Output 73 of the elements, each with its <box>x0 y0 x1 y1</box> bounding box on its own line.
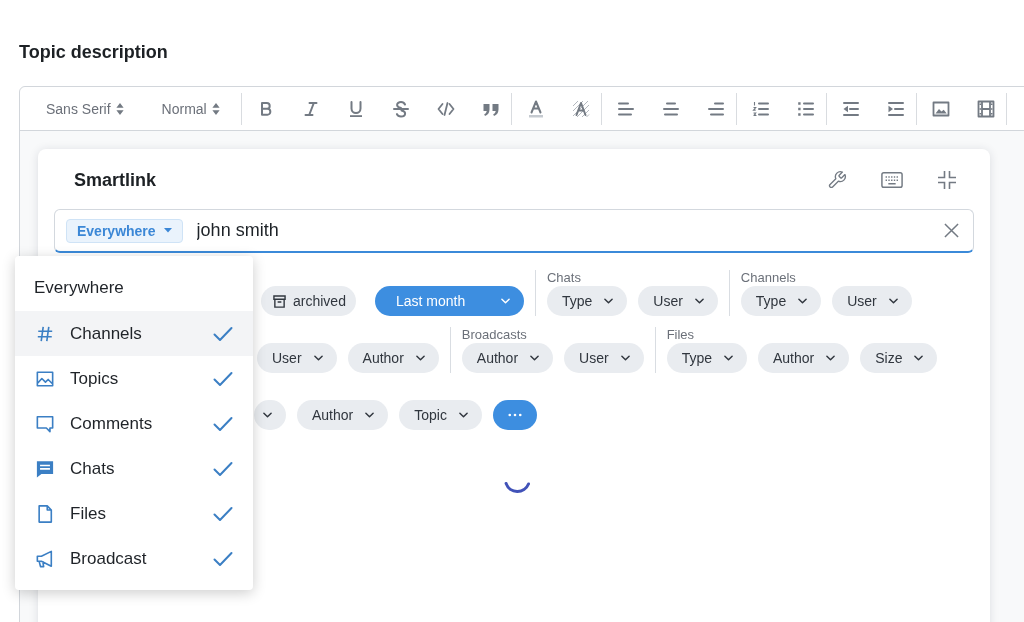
hatched-letter-icon <box>571 99 590 118</box>
speech-bubble-icon <box>36 414 54 433</box>
collapse-button[interactable] <box>935 168 959 192</box>
filter-group-label: Channels <box>740 270 796 286</box>
filter-chip[interactable]: Author <box>347 343 439 373</box>
menu-item[interactable]: Broadcast <box>15 536 253 581</box>
chevron-down-icon <box>365 412 375 418</box>
chevron-down-icon <box>724 355 733 361</box>
chevron-down-icon <box>826 355 836 361</box>
up-down-arrows-icon <box>115 102 124 115</box>
close-icon <box>943 223 959 238</box>
hash-icon <box>36 324 54 343</box>
menu-item[interactable]: Channels <box>15 311 253 356</box>
image-icon <box>36 369 54 388</box>
film-icon <box>976 99 995 118</box>
filter-group-label: Files <box>666 327 695 343</box>
filter-chip[interactable]: User <box>832 286 912 316</box>
chevron-down-icon <box>415 355 425 361</box>
more-button[interactable] <box>492 400 537 430</box>
menu-item[interactable]: Files <box>15 491 253 536</box>
megaphone-icon <box>36 549 54 568</box>
chevron-down-icon <box>500 298 510 304</box>
bullet-list-icon <box>796 99 815 118</box>
filter-chip[interactable]: Author <box>297 400 389 430</box>
menu-item[interactable]: Comments <box>15 401 253 446</box>
filter-chip[interactable]: User <box>564 343 644 373</box>
menu-item[interactable]: Topics <box>15 356 253 401</box>
image-icon <box>931 99 950 118</box>
chevron-down-icon <box>313 355 323 361</box>
wrench-icon <box>826 170 848 190</box>
search-field[interactable]: Everywhere john smith <box>54 209 974 253</box>
filter-chip[interactable]: Topic <box>399 400 482 430</box>
clear-button[interactable] <box>942 221 960 240</box>
filter-chip[interactable]: Type <box>666 343 747 373</box>
filter-chip[interactable]: Type <box>546 286 628 316</box>
filter-chip[interactable]: Size <box>860 343 938 373</box>
strikethrough-icon <box>391 99 410 118</box>
menu-title: Everywhere <box>34 278 124 298</box>
chevron-down-icon <box>620 355 630 361</box>
chevron-down-icon <box>604 298 614 304</box>
font-color-icon <box>526 99 545 118</box>
more-icon <box>507 413 522 417</box>
outdent-icon <box>841 99 860 118</box>
size-select[interactable]: Normal <box>161 100 220 117</box>
numbered-list-icon <box>751 99 770 118</box>
menu-item[interactable]: Chats <box>15 446 253 491</box>
compress-icon <box>936 170 958 190</box>
chat-bubble-icon <box>36 459 54 478</box>
chevron-down-icon <box>458 412 468 418</box>
chevron-down-icon <box>694 298 704 304</box>
filter-chip[interactable]: Author <box>461 343 554 373</box>
chevron-down-icon <box>530 355 540 361</box>
document-icon <box>36 504 54 523</box>
indent-icon <box>886 99 905 118</box>
archive-box-icon <box>273 294 286 308</box>
font-select[interactable]: Sans Serif <box>46 100 124 117</box>
filter-group-label: Broadcasts <box>461 327 527 343</box>
section-heading: Topic description <box>19 41 168 63</box>
code-icon <box>436 99 455 118</box>
chevron-down-icon <box>798 298 808 304</box>
filter-chip[interactable]: User <box>638 286 718 316</box>
keyboard-icon <box>881 170 903 190</box>
filter-chip[interactable]: Author <box>758 343 850 373</box>
chevron-down-icon <box>263 412 272 418</box>
filter-chip[interactable]: User <box>257 343 337 373</box>
caret-down-icon <box>163 228 172 233</box>
panel-title: Smartlink <box>74 169 157 191</box>
chevron-down-icon <box>914 355 924 361</box>
up-down-arrows-icon <box>211 102 220 115</box>
filter-group-label: Chats <box>546 270 581 286</box>
chevron-down-icon <box>888 298 898 304</box>
filter-chip[interactable]: Type <box>740 286 822 316</box>
archived-filter[interactable]: archived <box>261 286 356 316</box>
